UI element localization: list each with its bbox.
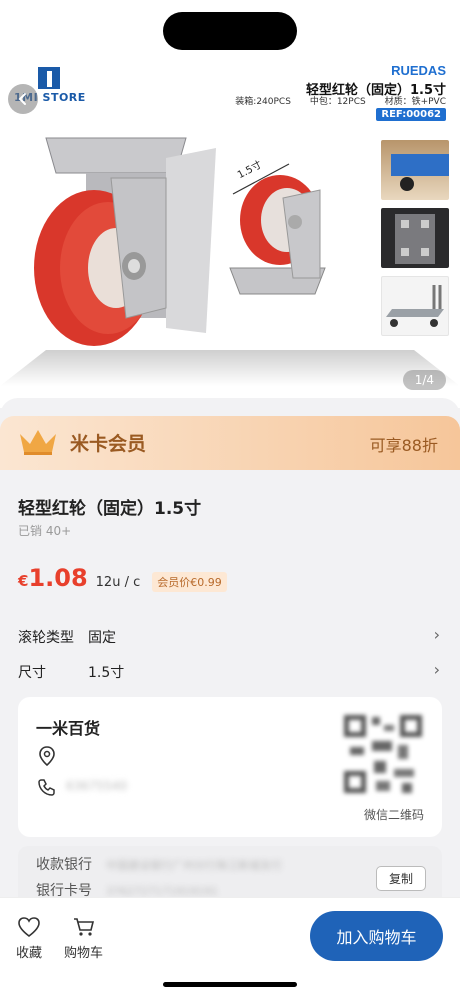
unit-label: 12u / c xyxy=(95,575,141,590)
cart-blue-thumb-icon xyxy=(391,154,449,191)
heart-icon xyxy=(18,917,40,938)
crown-icon xyxy=(20,430,56,455)
brand-label: RUEDAS xyxy=(391,63,446,78)
sold-count: 已销 40+ xyxy=(18,524,72,538)
spec-packing: 装箱:240PCS xyxy=(235,97,291,107)
shop-name: 一米百货 xyxy=(36,719,101,738)
bank-row: 收款银行 中国建设银行广州分行珠江新城支行 xyxy=(36,854,282,874)
dynamic-island xyxy=(163,12,297,50)
back-button[interactable] xyxy=(8,84,38,114)
spec-row: 装箱:240PCS 中包：12PCS 材质：铁+PVC xyxy=(219,94,446,107)
attribute-row-size[interactable]: 尺寸 1.5寸 › xyxy=(18,660,442,682)
member-title: 米卡会员 xyxy=(70,433,147,455)
cart-label: 购物车 xyxy=(64,946,104,961)
home-indicator xyxy=(163,982,297,987)
bank-label: 收款银行 xyxy=(36,857,92,873)
wechat-qr-code[interactable] xyxy=(340,711,426,797)
price-value: 1.08 xyxy=(28,564,88,592)
bank-value: 中国建设银行广州分行珠江新城支行 xyxy=(106,859,282,872)
phone-number[interactable]: 63675540 xyxy=(66,779,127,793)
chevron-left-icon xyxy=(18,93,26,105)
product-detail-page: 1MI STORE RUEDAS 轻型红轮（固定）1.5寸 装箱:240PCS … xyxy=(0,0,460,997)
product-info-card: 米卡会员 可享88折 轻型红轮（固定）1.5寸 已销 40+ €1.08 12u… xyxy=(0,398,460,918)
attribute-key: 尺寸 xyxy=(18,665,46,681)
thumbnail-strip xyxy=(381,140,449,344)
spec-inner-pack: 中包：12PCS xyxy=(309,97,366,107)
hand-truck-thumb-icon xyxy=(386,285,444,327)
thumbnail-2[interactable] xyxy=(381,208,449,268)
platform-top-thumb-icon xyxy=(395,214,435,264)
price: €1.08 xyxy=(18,564,88,592)
chevron-right-icon: › xyxy=(433,660,440,679)
attribute-value: 1.5寸 xyxy=(88,665,125,681)
copy-button[interactable]: 复制 xyxy=(375,866,426,891)
logo-mark-icon xyxy=(38,67,60,89)
add-to-cart-button[interactable]: 加入购物车 xyxy=(310,911,443,961)
chevron-right-icon: › xyxy=(433,625,440,644)
thumbnail-3[interactable] xyxy=(381,276,449,336)
caster-small-image xyxy=(229,175,326,295)
attribute-value: 固定 xyxy=(88,630,116,646)
spec-header: RUEDAS 轻型红轮（固定）1.5寸 xyxy=(306,63,446,98)
favorite-button[interactable]: 收藏 xyxy=(16,916,42,961)
vip-price-badge: 会员价€0.99 xyxy=(152,572,227,592)
cart-button[interactable]: 购物车 xyxy=(64,916,103,961)
thumbnail-1[interactable] xyxy=(381,140,449,200)
shop-card: 一米百货 63675540 微信二维码 xyxy=(18,697,442,837)
member-discount: 可享88折 xyxy=(369,436,438,455)
product-name: 轻型红轮（固定）1.5寸 xyxy=(18,499,202,519)
favorite-label: 收藏 xyxy=(16,946,43,961)
currency-symbol: € xyxy=(18,572,29,590)
attribute-row-roller-type[interactable]: 滚轮类型 固定 › xyxy=(18,625,442,647)
price-row: €1.08 12u / c 会员价€0.99 xyxy=(18,564,227,592)
spec-material: 材质：铁+PVC xyxy=(384,97,446,107)
floor-shadow xyxy=(0,350,460,386)
member-banner[interactable]: 米卡会员 可享88折 xyxy=(0,416,460,470)
qr-label: 微信二维码 xyxy=(363,808,424,822)
ref-badge: REF:00062 xyxy=(376,108,446,121)
phone-icon[interactable] xyxy=(38,778,56,796)
location-pin-icon[interactable] xyxy=(38,746,56,766)
shopping-cart-icon xyxy=(73,918,94,936)
attribute-key: 滚轮类型 xyxy=(18,630,74,646)
product-gallery[interactable]: 1MI STORE RUEDAS 轻型红轮（固定）1.5寸 装箱:240PCS … xyxy=(0,0,460,408)
caster-large-image xyxy=(34,137,216,346)
gallery-pager: 1/4 xyxy=(402,370,446,390)
